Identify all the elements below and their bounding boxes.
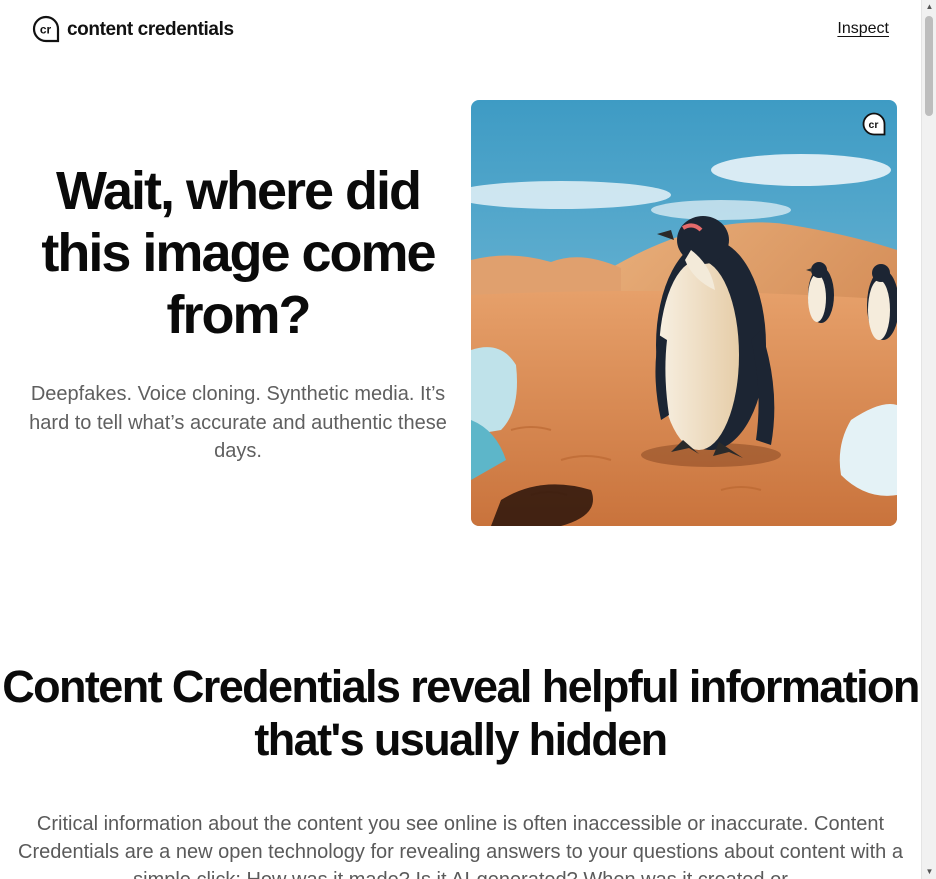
logo[interactable]: cr content credentials — [32, 15, 234, 44]
hero-text: Wait, where did this image come from? De… — [20, 160, 456, 466]
vertical-scrollbar[interactable]: ▲ ▼ — [921, 0, 936, 879]
section-title: Content Credentials reveal helpful infor… — [2, 661, 920, 765]
scroll-thumb[interactable] — [925, 16, 933, 116]
hero-title: Wait, where did this image come from? — [41, 161, 436, 345]
site-header: cr content credentials Inspect — [0, 0, 921, 60]
scroll-down-icon[interactable]: ▼ — [922, 865, 936, 879]
inspect-link[interactable]: Inspect — [837, 20, 889, 38]
page: cr content credentials Inspect Wait, whe… — [0, 0, 921, 879]
penguin-desert-illustration — [471, 100, 897, 526]
info-section: Content Credentials reveal helpful infor… — [0, 660, 921, 879]
logo-text: content credentials — [67, 18, 234, 40]
cr-badge-icon[interactable]: cr — [862, 112, 886, 136]
hero-image: cr — [471, 100, 897, 526]
section-body: Critical information about the content y… — [18, 813, 903, 879]
svg-text:cr: cr — [869, 119, 879, 131]
hero-subtitle: Deepfakes. Voice cloning. Synthetic medi… — [29, 383, 447, 462]
cr-logo-icon: cr — [32, 15, 60, 44]
scroll-up-icon[interactable]: ▲ — [922, 0, 936, 14]
svg-text:cr: cr — [40, 23, 52, 37]
